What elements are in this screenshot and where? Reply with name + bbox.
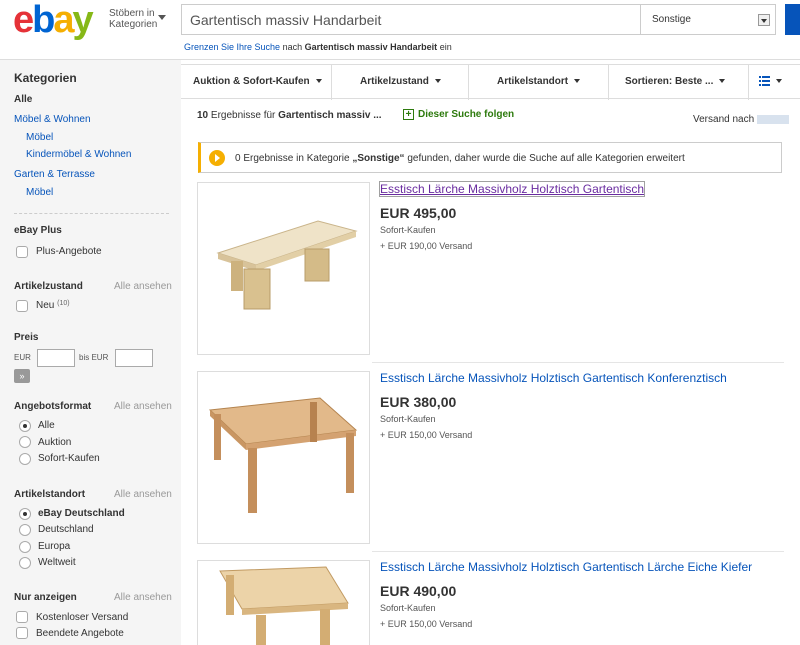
location-option-label: eBay Deutschland xyxy=(38,508,125,519)
format-see-all[interactable]: Alle ansehen xyxy=(114,401,172,412)
results-count: 10 Ergebnisse für Gartentisch massiv ... xyxy=(197,110,382,121)
listing-title-link[interactable]: Esstisch Lärche Massivholz Holztisch Gar… xyxy=(380,560,752,574)
format-radio-all[interactable] xyxy=(19,420,31,432)
ship-to-country-value xyxy=(757,114,790,124)
listing-shipping: + EUR 190,00 Versand xyxy=(380,241,473,251)
listing-format: Sofort-Kaufen xyxy=(380,225,436,235)
price-from-label: EUR xyxy=(14,353,31,362)
show-only-see-all[interactable]: Alle ansehen xyxy=(114,592,172,603)
location-option-label: Weltweit xyxy=(38,557,76,568)
divider xyxy=(14,213,169,214)
price-go-button[interactable]: » xyxy=(14,369,30,383)
listing-shipping: + EUR 150,00 Versand xyxy=(380,430,473,440)
chevron-down-icon xyxy=(719,79,726,84)
listing-title-link[interactable]: Esstisch Lärche Massivholz Holztisch Gar… xyxy=(378,181,646,197)
sidebar: Kategorien Alle Möbel & Wohnen Möbel Kin… xyxy=(0,60,181,645)
format-title: Angebotsformat xyxy=(14,401,92,412)
filter-location-dropdown[interactable]: Artikelstandort xyxy=(469,65,609,100)
free-shipping-checkbox[interactable] xyxy=(16,611,28,623)
format-radio-buynow[interactable] xyxy=(19,453,31,465)
condition-see-all[interactable]: Alle ansehen xyxy=(114,281,172,292)
show-only-option-label: Kostenloser Versand xyxy=(36,612,129,623)
listing-price: EUR 380,00 xyxy=(380,394,457,410)
location-radio-eu[interactable] xyxy=(19,541,31,553)
format-option-label: Auktion xyxy=(38,437,72,448)
browse-categories-button[interactable]: Stöbern in Kategorien xyxy=(109,8,157,30)
table-image xyxy=(219,566,349,645)
filter-format-dropdown[interactable]: Auktion & Sofort-Kaufen xyxy=(181,65,332,100)
categories-title: Kategorien xyxy=(14,71,77,85)
price-to-label: bis EUR xyxy=(79,353,109,362)
format-option-label: Sofort-Kaufen xyxy=(38,453,100,464)
filter-condition-dropdown[interactable]: Artikelzustand xyxy=(332,65,469,100)
listing-format: Sofort-Kaufen xyxy=(380,603,436,613)
show-only-option-label: Beendete Angebote xyxy=(36,628,124,639)
location-radio-world[interactable] xyxy=(19,557,31,569)
ebay-logo[interactable]: ebay xyxy=(13,0,94,40)
chevron-down-icon xyxy=(434,79,441,84)
filter-bar: Auktion & Sofort-Kaufen Artikelzustand A… xyxy=(181,64,800,100)
listing-separator xyxy=(372,551,784,552)
price-title: Preis xyxy=(14,332,39,343)
ended-listings-checkbox[interactable] xyxy=(16,627,28,639)
category-link[interactable]: Möbel xyxy=(26,187,53,198)
listing-separator xyxy=(372,362,784,363)
search-button[interactable] xyxy=(785,4,800,35)
condition-title: Artikelzustand xyxy=(14,281,83,292)
plus-checkbox[interactable] xyxy=(16,246,28,258)
listing-title-link[interactable]: Esstisch Lärche Massivholz Holztisch Gar… xyxy=(380,371,727,385)
chevron-down-icon xyxy=(776,79,782,84)
refine-search-link[interactable]: Grenzen Sie Ihre Suche xyxy=(184,42,280,52)
location-see-all[interactable]: Alle ansehen xyxy=(114,489,172,500)
price-min-input[interactable] xyxy=(37,349,75,367)
location-radio-ebay-de[interactable] xyxy=(19,508,31,520)
ebay-plus-title: eBay Plus xyxy=(14,225,62,236)
chevron-down-icon xyxy=(315,79,322,84)
price-max-input[interactable] xyxy=(115,349,153,367)
list-view-icon xyxy=(759,76,770,87)
new-option-label: Neu (10) xyxy=(36,300,70,311)
location-option-label: Deutschland xyxy=(38,524,94,535)
refine-hint: Grenzen Sie Ihre Suche nach Gartentisch … xyxy=(184,42,452,52)
category-link[interactable]: Garten & Terrasse xyxy=(14,169,95,180)
format-radio-auction[interactable] xyxy=(19,436,31,448)
category-link[interactable]: Kindermöbel & Wohnen xyxy=(26,149,131,160)
search-input[interactable]: Gartentisch massiv Handarbeit xyxy=(181,4,641,35)
view-toggle[interactable] xyxy=(749,65,800,100)
category-select[interactable]: Sonstige xyxy=(641,4,776,35)
follow-search-button[interactable]: + Dieser Suche folgen xyxy=(403,109,514,120)
table-image xyxy=(216,220,358,310)
listing-format: Sofort-Kaufen xyxy=(380,414,436,424)
category-link[interactable]: Möbel xyxy=(26,132,53,143)
chevron-down-icon[interactable] xyxy=(158,15,166,20)
location-radio-de[interactable] xyxy=(19,524,31,536)
category-link[interactable]: Möbel & Wohnen xyxy=(14,114,91,125)
new-count: (10) xyxy=(57,300,70,307)
plus-icon: + xyxy=(403,109,414,120)
listing-shipping: + EUR 150,00 Versand xyxy=(380,619,473,629)
play-icon xyxy=(209,150,225,166)
category-expanded-notice: 0 Ergebnisse in Kategorie „Sonstige“ gef… xyxy=(198,142,782,173)
listing-price: EUR 490,00 xyxy=(380,583,457,599)
ship-to[interactable]: Versand nach xyxy=(693,114,790,125)
chevron-down-icon xyxy=(574,79,581,84)
header: ebay Stöbern in Kategorien Gartentisch m… xyxy=(0,0,800,60)
category-all: Alle xyxy=(14,94,33,105)
format-option-label: Alle xyxy=(38,420,55,431)
listing-image[interactable] xyxy=(197,182,370,355)
dropdown-arrow-icon[interactable] xyxy=(758,14,770,26)
listing-price: EUR 495,00 xyxy=(380,205,457,221)
category-select-value: Sonstige xyxy=(652,14,691,25)
new-checkbox[interactable] xyxy=(16,300,28,312)
sort-dropdown[interactable]: Sortieren: Beste ... xyxy=(609,65,749,100)
location-title: Artikelstandort xyxy=(14,489,86,500)
listing-image[interactable] xyxy=(197,560,370,645)
plus-option-label: Plus-Angebote xyxy=(36,246,102,257)
listing-image[interactable] xyxy=(197,371,370,544)
show-only-title: Nur anzeigen xyxy=(14,592,77,603)
table-image xyxy=(208,397,358,513)
location-option-label: Europa xyxy=(38,541,71,552)
